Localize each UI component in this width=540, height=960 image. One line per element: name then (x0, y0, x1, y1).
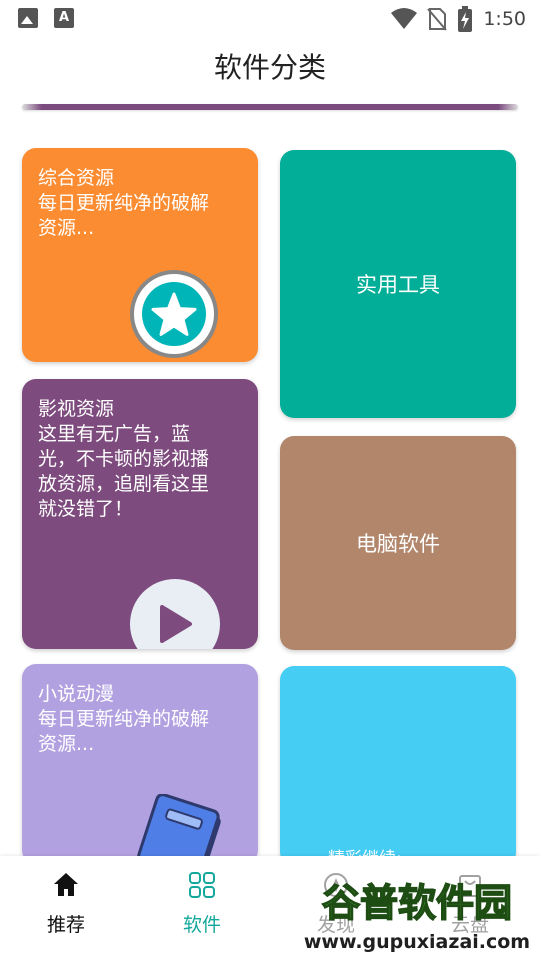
grid-icon (189, 872, 215, 898)
card-comprehensive-text: 综合资源 每日更新纯净的破解 资源... (38, 167, 210, 239)
nav-item-recommend[interactable]: 推荐 (16, 870, 116, 937)
nav-item-software[interactable]: 软件 (152, 870, 252, 937)
no-sim-icon (427, 8, 448, 31)
star-icon (151, 292, 197, 336)
card-more[interactable]: 精彩继续: (280, 666, 516, 866)
card-comprehensive-resources[interactable]: 综合资源 每日更新纯净的破解 资源... (22, 148, 258, 362)
watermark-logo: 谷普软件园 www.gupuxiazai.com (296, 872, 538, 956)
card-practical-tools[interactable]: 实用工具 (280, 150, 516, 418)
page-title: 软件分类 (213, 51, 326, 84)
star-badge (130, 270, 218, 358)
play-icon (160, 605, 192, 643)
play-badge (130, 579, 220, 649)
card-tools-label: 实用工具 (356, 273, 440, 297)
image-icon (18, 8, 38, 28)
card-video-resources[interactable]: 影视资源 这里有无广告，蓝 光，不卡顿的影视播 放资源，追剧看这里 就没错了！ (22, 379, 258, 649)
text-a-icon: A (54, 8, 74, 28)
card-pc-software[interactable]: 电脑软件 (280, 436, 516, 650)
svg-text:www.gupuxiazai.com: www.gupuxiazai.com (304, 931, 530, 953)
card-video-text: 影视资源 这里有无广告，蓝 光，不卡顿的影视播 放资源，追剧看这里 就没错了！ (38, 398, 210, 520)
card-novel-text: 小说动漫 每日更新纯净的破解 资源... (38, 683, 210, 755)
nav-label-software: 软件 (182, 914, 221, 936)
card-pc-label: 电脑软件 (356, 532, 440, 556)
status-time: 1:50 (483, 8, 526, 30)
battery-charging-icon (458, 6, 473, 32)
book-icon (137, 794, 221, 864)
wifi-icon (391, 8, 418, 29)
nav-label-recommend: 推荐 (46, 914, 85, 936)
card-novel-anime[interactable]: 小说动漫 每日更新纯净的破解 资源... (22, 664, 258, 864)
status-bar: A 1:50 (0, 0, 540, 36)
home-icon (54, 873, 78, 896)
header-divider (22, 104, 518, 110)
svg-text:谷普软件园: 谷普软件园 (322, 881, 512, 925)
